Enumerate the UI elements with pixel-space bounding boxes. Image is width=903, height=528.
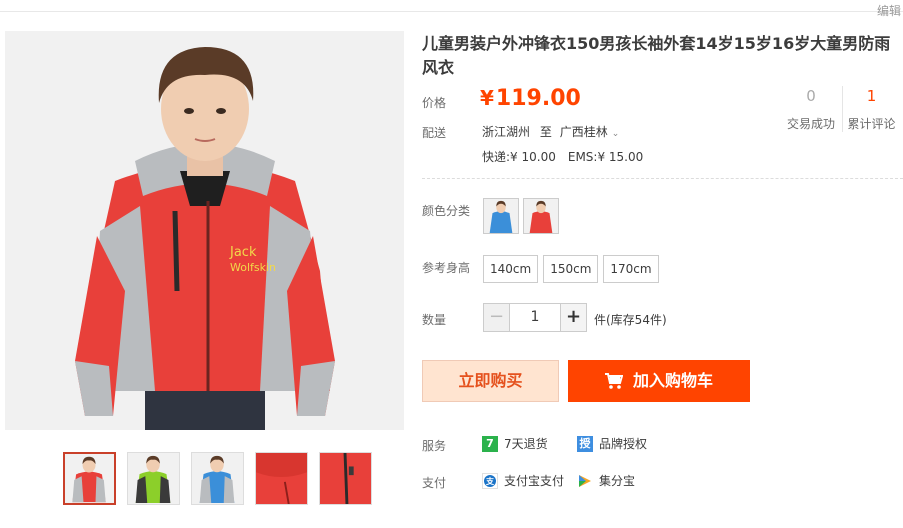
payment-label: 支付: [422, 476, 447, 490]
size-options: 140cm 150cm 170cm: [483, 255, 659, 283]
service-7day-return[interactable]: 7 7天退货: [482, 435, 548, 452]
buy-now-button[interactable]: 立即购买: [422, 360, 559, 402]
product-page: 编辑 Jack Wolfskin 儿童男装户外冲锋衣150男孩长袖外套14岁15…: [0, 0, 903, 528]
price-label: 价格: [422, 96, 447, 110]
sales-stats: 0 交易成功 1 累计评论: [780, 86, 900, 132]
service-7day-return-text: 7天退货: [504, 437, 548, 451]
svg-text:Jack: Jack: [229, 245, 257, 260]
add-to-cart-label: 加入购物车: [632, 371, 713, 390]
thumbnail-red-jacket[interactable]: [63, 452, 116, 505]
jifenbao-icon: [577, 472, 593, 489]
payment-jifenbao[interactable]: 集分宝: [577, 472, 635, 489]
color-options: [483, 198, 559, 234]
stat-reviews-label: 累计评论: [847, 117, 896, 131]
stock-info: 件(库存54件): [594, 313, 667, 327]
shipping-to: 至: [539, 125, 552, 139]
seven-day-return-icon: 7: [482, 435, 498, 452]
section-divider: [422, 178, 903, 179]
service-brand-authorized-text: 品牌授权: [599, 437, 648, 451]
top-bar: 编辑: [0, 0, 903, 18]
shipping-destination: 广西桂林: [559, 125, 608, 139]
stat-transactions[interactable]: 0 交易成功: [780, 86, 842, 132]
shipping-destination-select[interactable]: 广西桂林 ⌄: [560, 125, 620, 139]
quantity-input[interactable]: 1: [510, 303, 560, 332]
size-option-140[interactable]: 140cm: [483, 255, 539, 283]
thumbnail-hood-detail[interactable]: [255, 452, 308, 505]
color-option-blue[interactable]: [483, 198, 519, 234]
size-option-170[interactable]: 170cm: [603, 255, 659, 283]
stat-transactions-value: 0: [806, 87, 816, 105]
quantity-stepper: − 1 +: [483, 303, 587, 332]
stat-transactions-label: 交易成功: [786, 117, 835, 131]
alipay-icon: 支: [482, 472, 498, 489]
svg-text:Wolfskin: Wolfskin: [230, 261, 276, 274]
svg-text:支: 支: [485, 476, 495, 486]
price-amount: 119.00: [495, 86, 581, 111]
cart-icon: [604, 373, 623, 389]
color-option-red[interactable]: [523, 198, 559, 234]
stat-reviews-value: 1: [866, 87, 877, 105]
service-label: 服务: [422, 439, 447, 453]
thumbnail-blue-jacket[interactable]: [191, 452, 244, 505]
shipping-fees: 快递:¥ 10.00 EMS:¥ 15.00: [482, 148, 643, 165]
payment-alipay-text: 支付宝支付: [504, 474, 565, 488]
product-title: 儿童男装户外冲锋衣150男孩长袖外套14岁15岁16岁大童男防雨风衣: [422, 34, 891, 77]
shipping-route: 浙江湖州 至 广西桂林 ⌄: [482, 123, 619, 140]
payment-jifenbao-text: 集分宝: [599, 474, 636, 488]
thumbnail-green-jacket[interactable]: [127, 452, 180, 505]
quantity-label: 数量: [422, 313, 447, 327]
add-to-cart-button[interactable]: 加入购物车: [568, 360, 750, 402]
edit-link[interactable]: 编辑: [877, 2, 901, 19]
color-label: 颜色分类: [422, 204, 471, 218]
ems-fee: EMS:¥ 15.00: [567, 150, 644, 164]
currency-symbol: ¥: [480, 86, 494, 110]
thumbnail-zipper-detail[interactable]: [319, 452, 372, 505]
decrease-quantity-button[interactable]: −: [483, 303, 510, 332]
shipping-label: 配送: [422, 126, 447, 140]
price-value: ¥119.00: [480, 86, 581, 111]
stat-reviews[interactable]: 1 累计评论: [842, 86, 900, 132]
increase-quantity-button[interactable]: +: [560, 303, 587, 332]
brand-authorized-icon: 授: [577, 435, 593, 452]
chevron-down-icon: ⌄: [611, 129, 620, 139]
main-product-image: Jack Wolfskin: [5, 31, 404, 430]
boy-red-jacket-illustration: Jack Wolfskin: [5, 31, 404, 430]
service-brand-authorized[interactable]: 授 品牌授权: [577, 435, 647, 452]
size-label: 参考身高: [422, 261, 471, 275]
express-fee: 快递:¥ 10.00: [482, 150, 556, 164]
payment-alipay[interactable]: 支 支付宝支付: [482, 472, 564, 489]
shipping-origin: 浙江湖州: [482, 125, 531, 139]
thumbnail-strip: [63, 452, 372, 505]
size-option-150[interactable]: 150cm: [543, 255, 599, 283]
